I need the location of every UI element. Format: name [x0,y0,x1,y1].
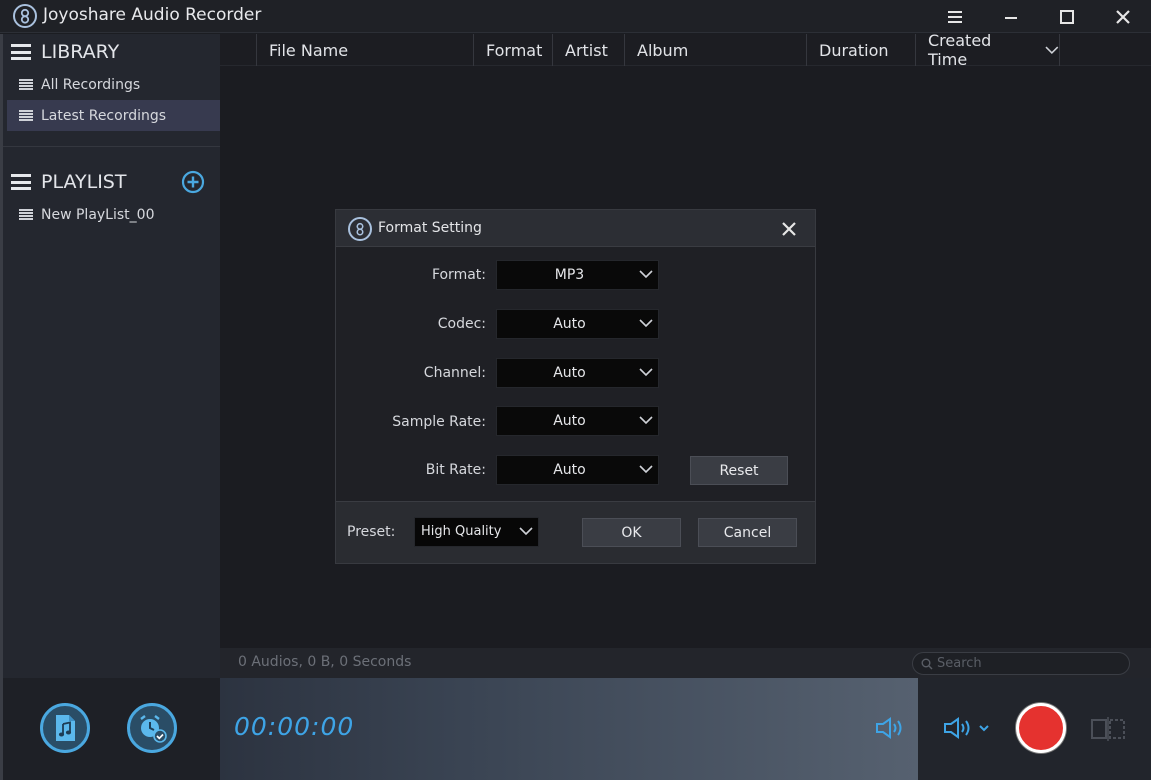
close-icon [782,222,796,236]
playlist-title: PLAYLIST [41,171,127,193]
list-icon [19,209,33,220]
bit-rate-label: Bit Rate: [425,462,486,478]
reset-button[interactable]: Reset [690,456,788,485]
sidebar-item-playlist[interactable]: New PlayList_00 [7,199,223,230]
system-sound-button[interactable] [874,716,908,740]
column-created-time-label: Created Time [928,31,992,69]
channel-select[interactable]: Auto [496,358,659,388]
record-controls [918,678,1151,780]
sidebar-item-latest-recordings[interactable]: Latest Recordings [7,100,223,131]
minimize-button[interactable] [983,0,1039,33]
split-view-icon [1091,717,1125,741]
maximize-button[interactable] [1039,0,1095,33]
app-title: Joyoshare Audio Recorder [43,5,262,25]
dialog-title: Format Setting [378,220,482,236]
preset-select[interactable]: High Quality [414,517,539,547]
add-playlist-button[interactable] [181,170,205,194]
app-logo-icon [348,217,372,241]
codec-select[interactable]: Auto [496,309,659,339]
menu-icon [948,10,962,23]
title-bar: Joyoshare Audio Recorder [0,0,1151,33]
schedule-button[interactable] [127,703,177,753]
column-created-time[interactable]: Created Time [915,31,1060,69]
column-format[interactable]: Format [473,34,552,66]
maximize-icon [1060,9,1074,24]
volume-button[interactable] [942,716,992,740]
search-input[interactable] [937,655,1117,672]
column-file-name[interactable]: File Name [256,34,473,66]
chevron-down-icon [639,319,653,328]
minimize-icon [1005,16,1017,19]
list-icon [19,110,33,121]
format-select[interactable]: MP3 [496,260,659,290]
close-button[interactable] [1095,0,1151,33]
music-file-button[interactable] [40,703,90,753]
recording-timer: 00:00:00 [234,712,355,741]
chevron-down-icon [639,416,653,425]
add-playlist-icon [181,170,205,194]
codec-value: Auto [553,316,586,332]
sample-rate-select[interactable]: Auto [496,406,659,436]
library-summary: 0 Audios, 0 B, 0 Seconds [238,654,412,670]
chevron-down-icon [639,368,653,377]
speaker-icon [876,717,902,739]
sidebar-divider [3,146,220,147]
app-logo-icon [13,4,37,28]
bit-rate-value: Auto [553,462,586,478]
dialog-title-bar: Format Setting [336,210,815,247]
format-label: Format: [431,267,486,283]
column-artist[interactable]: Artist [552,34,624,66]
codec-label: Codec: [437,316,486,332]
dialog-close-button[interactable] [776,216,802,242]
preset-label: Preset: [347,524,396,540]
chevron-down-icon [519,527,533,536]
bottom-tools [0,678,220,780]
preset-value: High Quality [421,524,502,539]
status-bar: 0 Audios, 0 B, 0 Seconds [220,648,1151,678]
volume-icon [944,717,989,739]
search-icon [921,658,933,670]
bit-rate-select[interactable]: Auto [496,455,659,485]
cancel-button[interactable]: Cancel [698,518,797,547]
chevron-down-icon [639,465,653,474]
close-icon [1116,9,1130,24]
sample-rate-label: Sample Rate: [392,414,486,430]
menu-button[interactable] [927,0,983,33]
column-album[interactable]: Album [624,34,806,66]
sidebar-item-label: New PlayList_00 [41,206,155,223]
sidebar-item-label: All Recordings [41,76,141,93]
record-button[interactable] [1016,703,1066,753]
chevron-down-icon [639,270,653,279]
sidebar: LIBRARY All Recordings Latest Recordings… [0,34,223,678]
format-value: MP3 [554,267,585,283]
music-file-icon [56,715,75,741]
sidebar-item-label: Latest Recordings [41,107,167,124]
format-setting-dialog: Format Setting Format: MP3 Codec: Auto C… [335,209,816,564]
library-menu-icon [11,44,31,60]
split-view-button[interactable] [1090,716,1126,742]
search-box[interactable] [912,652,1130,675]
dialog-footer: Preset: High Quality OK Cancel [336,501,815,563]
channel-value: Auto [553,365,586,381]
table-header: File Name Format Artist Album Duration C… [220,31,1151,69]
channel-label: Channel: [423,365,486,381]
library-header: LIBRARY [11,37,119,67]
playlist-header: PLAYLIST [11,167,126,197]
playlist-menu-icon [11,174,31,190]
list-icon [19,79,33,90]
library-title: LIBRARY [41,41,120,63]
sidebar-item-all-recordings[interactable]: All Recordings [7,69,223,100]
chevron-down-icon [1045,46,1059,55]
ok-button[interactable]: OK [582,518,681,547]
player-bar: 00:00:00 [220,678,918,780]
column-duration[interactable]: Duration [806,34,915,66]
alarm-schedule-icon [140,715,167,743]
sample-rate-value: Auto [553,413,586,429]
